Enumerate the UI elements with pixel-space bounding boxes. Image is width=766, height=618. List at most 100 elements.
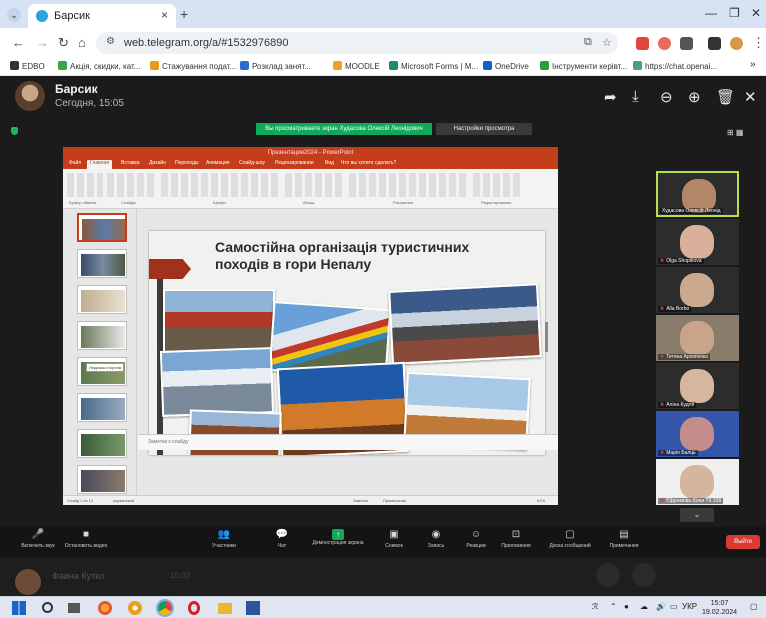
- slide-title[interactable]: Самостійна організація туристичних поход…: [215, 239, 515, 273]
- zoom-in-icon[interactable]: ⊕: [688, 88, 701, 106]
- tab-search-button[interactable]: ⌄: [7, 8, 21, 22]
- everest-photo[interactable]: [159, 347, 275, 417]
- extensions-puzzle-icon[interactable]: [680, 37, 693, 50]
- participant-video[interactable]: Худасова Олексій Леонід: [656, 171, 739, 217]
- stop-video-button[interactable]: ■ Остановить видео: [54, 529, 118, 549]
- chrome-canary-icon[interactable]: [128, 601, 142, 615]
- language-indicator[interactable]: украинский: [113, 498, 134, 503]
- participants-button[interactable]: 👥 Участники: [192, 529, 256, 549]
- current-slide[interactable]: Самостійна організація туристичних поход…: [149, 231, 545, 455]
- slide-thumbnail[interactable]: 2: [77, 249, 127, 278]
- ppt-tab[interactable]: Анимация: [206, 160, 229, 166]
- chrome-icon[interactable]: [156, 599, 174, 617]
- search-icon[interactable]: [42, 602, 53, 613]
- close-viewer-icon[interactable]: ✕: [744, 88, 757, 106]
- clipboard-group[interactable]: [67, 173, 103, 197]
- slide-thumbnail[interactable]: 3: [77, 285, 127, 314]
- bookmark-item[interactable]: MOODLE: [333, 61, 380, 71]
- site-info-icon[interactable]: ⚙: [106, 36, 115, 47]
- view-options-button[interactable]: Настройки просмотра: [436, 123, 532, 135]
- tab-close-icon[interactable]: ×: [161, 8, 168, 22]
- network-icon[interactable]: ☁: [640, 602, 648, 611]
- ppt-scrollbar[interactable]: [545, 322, 548, 352]
- sender-avatar[interactable]: [15, 81, 45, 111]
- browser-menu-icon[interactable]: ⋮: [752, 35, 765, 51]
- home-icon[interactable]: ⌂: [78, 35, 86, 50]
- participant-video[interactable]: ✖ Alla Borbo: [656, 267, 739, 313]
- drawing-group[interactable]: [349, 173, 469, 197]
- ppt-tab[interactable]: Вид: [325, 160, 334, 166]
- paragraph-group[interactable]: [285, 173, 345, 197]
- ppt-tab[interactable]: Рецензирование: [275, 160, 314, 166]
- display-icon[interactable]: ▭: [670, 602, 678, 611]
- notes-button[interactable]: ▤ Примечания: [592, 529, 656, 549]
- minimize-button[interactable]: —: [705, 6, 717, 20]
- ppt-tab[interactable]: Файл: [69, 160, 81, 166]
- share-screen-button[interactable]: ↑ Демонстрация экрана: [306, 529, 370, 546]
- forward-icon[interactable]: ➦: [604, 88, 617, 106]
- windows-start-icon[interactable]: [12, 601, 26, 615]
- ppt-tell-me[interactable]: Что вы хотите сделать?: [341, 160, 396, 166]
- tray-overflow-icon[interactable]: ⌃: [610, 602, 617, 611]
- slide-notes[interactable]: Заметки к слайду: [138, 434, 558, 450]
- side-panel-icon[interactable]: [708, 37, 721, 50]
- leave-meeting-button[interactable]: Выйти: [726, 535, 760, 549]
- volume-icon[interactable]: 🔊: [656, 602, 666, 611]
- zoom-level[interactable]: 61%: [537, 498, 545, 503]
- sender-name[interactable]: Барсик: [55, 82, 98, 96]
- system-clock[interactable]: 15:07 19.02.2024: [702, 599, 737, 617]
- translate-icon[interactable]: ⧉: [584, 36, 592, 49]
- download-icon[interactable]: ⤓: [632, 88, 639, 105]
- task-view-icon[interactable]: [68, 603, 80, 613]
- temple-gate-photo[interactable]: [163, 289, 275, 353]
- extension-1-icon[interactable]: [636, 37, 649, 50]
- ppt-tab[interactable]: Дизайн: [149, 160, 166, 166]
- viewer-action-icon[interactable]: [632, 563, 656, 587]
- reload-icon[interactable]: ↻: [58, 35, 69, 51]
- font-group[interactable]: [161, 173, 281, 197]
- slide-thumbnail[interactable]: 7: [77, 429, 127, 458]
- chat-button[interactable]: 💬 Чат: [250, 529, 314, 549]
- url-text[interactable]: web.telegram.org/a/#1532976890: [124, 37, 289, 49]
- bookmark-item[interactable]: Акція, скидки, кат...: [58, 61, 140, 71]
- bookmark-item[interactable]: Стажування подат...: [150, 61, 236, 71]
- participant-video[interactable]: ✖ Аліна Кудля: [656, 363, 739, 409]
- people-icon[interactable]: ℛ: [592, 602, 598, 611]
- ppt-tab-home[interactable]: Главная: [87, 160, 113, 169]
- extension-2-icon[interactable]: [658, 37, 671, 50]
- participants-scroll-down-icon[interactable]: ⌄: [680, 508, 714, 522]
- maximize-button[interactable]: ❐: [729, 6, 740, 20]
- file-explorer-icon[interactable]: [218, 603, 232, 614]
- bookmarks-overflow-icon[interactable]: »: [750, 59, 756, 70]
- close-window-button[interactable]: ✕: [751, 6, 761, 20]
- bookmark-star-icon[interactable]: ☆: [602, 36, 612, 49]
- bookmark-item[interactable]: Microsoft Forms | M...: [389, 61, 478, 71]
- ppt-tab[interactable]: Слайд-шоу: [239, 160, 265, 166]
- view-layout-icon[interactable]: ⊞ ▦: [727, 128, 743, 137]
- profile-avatar[interactable]: [730, 37, 743, 50]
- back-icon[interactable]: ←: [12, 35, 25, 50]
- participant-video[interactable]: ✖ Olga Shopikova: [656, 219, 739, 265]
- viewer-action-icon[interactable]: [596, 563, 620, 587]
- forward-icon[interactable]: →: [36, 35, 49, 50]
- tray-app-icon[interactable]: ●: [624, 602, 629, 611]
- notes-toggle[interactable]: Заметки: [353, 498, 368, 503]
- bookmark-item[interactable]: EDBO: [10, 61, 45, 71]
- ppt-tab[interactable]: Переходы: [175, 160, 198, 166]
- slide-thumbnail[interactable]: 6: [77, 393, 127, 422]
- keyboard-language[interactable]: УКР: [682, 602, 697, 611]
- editing-group[interactable]: [473, 173, 523, 197]
- browser-tab[interactable]: Барсик ×: [28, 4, 176, 28]
- opera-icon[interactable]: [188, 601, 200, 615]
- bookmark-item[interactable]: https://chat.openai...: [633, 61, 717, 71]
- new-tab-button[interactable]: +: [180, 6, 188, 22]
- participant-video[interactable]: ✖ Єфремова Юлія ТК 108: [656, 459, 739, 505]
- bookmark-item[interactable]: Інструменти керівт...: [540, 61, 627, 71]
- participant-video[interactable]: ✖ Тетяна Архипенко: [656, 315, 739, 361]
- notifications-icon[interactable]: ▢: [750, 602, 758, 611]
- address-bar[interactable]: ⚙ web.telegram.org/a/#1532976890 ⧉ ☆: [96, 32, 618, 54]
- delete-icon[interactable]: 🗑: [716, 88, 735, 106]
- slide-thumbnail[interactable]: 4: [77, 321, 127, 350]
- bookmark-item[interactable]: Розклад занят...: [240, 61, 311, 71]
- bookmark-item[interactable]: OneDrive: [483, 61, 529, 71]
